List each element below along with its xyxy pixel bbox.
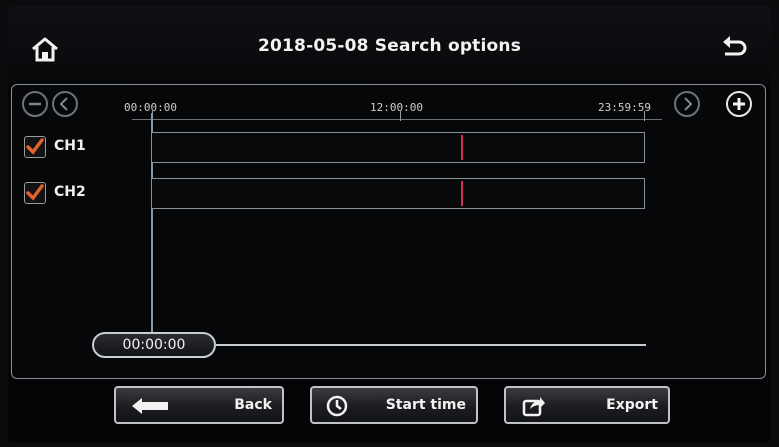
next-page-button[interactable]	[674, 91, 700, 117]
export-button-label: Export	[606, 397, 658, 413]
ruler-label-mid: 12:00:00	[370, 101, 423, 114]
record-segment	[461, 135, 463, 160]
start-time-button-label: Start time	[385, 397, 466, 413]
dvr-screen: 2018-05-08 Search options 00:00:00 12:00…	[8, 6, 771, 443]
chevron-left-circle-icon	[59, 97, 68, 111]
clock-icon	[326, 395, 348, 417]
playback-time-handle[interactable]: 00:00:00	[92, 332, 216, 358]
channel-label: CH2	[54, 184, 86, 200]
arrow-left-icon	[132, 398, 168, 414]
timeline-panel: 00:00:00 12:00:00 23:59:59 CH1 CH2 00:00…	[11, 84, 766, 379]
minus-circle-icon	[29, 102, 41, 106]
prev-page-button[interactable]	[52, 91, 78, 117]
plus-circle-icon	[733, 98, 745, 110]
ch2-checkbox[interactable]	[24, 182, 46, 204]
return-arrow-icon[interactable]	[719, 34, 749, 62]
export-icon	[522, 397, 545, 417]
header-bar: 2018-05-08 Search options	[8, 6, 771, 84]
zoom-in-button[interactable]	[726, 91, 752, 117]
ch1-timeline-track[interactable]	[151, 132, 645, 163]
channel-row: CH1	[24, 132, 664, 164]
channel-row: CH2	[24, 178, 664, 210]
time-ruler	[132, 119, 662, 120]
checkmark-icon	[26, 138, 44, 155]
export-button[interactable]: Export	[504, 386, 670, 424]
ch2-timeline-track[interactable]	[151, 178, 645, 209]
back-button-label: Back	[234, 397, 272, 413]
channel-label: CH1	[54, 138, 86, 154]
start-time-button[interactable]: Start time	[310, 386, 478, 424]
chevron-right-circle-icon	[684, 97, 693, 111]
zoom-out-button[interactable]	[22, 91, 48, 117]
ruler-label-end: 23:59:59	[598, 101, 651, 114]
ch1-checkbox[interactable]	[24, 136, 46, 158]
record-segment	[461, 181, 463, 206]
playback-slider[interactable]	[216, 344, 646, 346]
checkmark-icon	[26, 184, 44, 201]
back-button[interactable]: Back	[114, 386, 284, 424]
page-title: 2018-05-08 Search options	[257, 36, 522, 56]
